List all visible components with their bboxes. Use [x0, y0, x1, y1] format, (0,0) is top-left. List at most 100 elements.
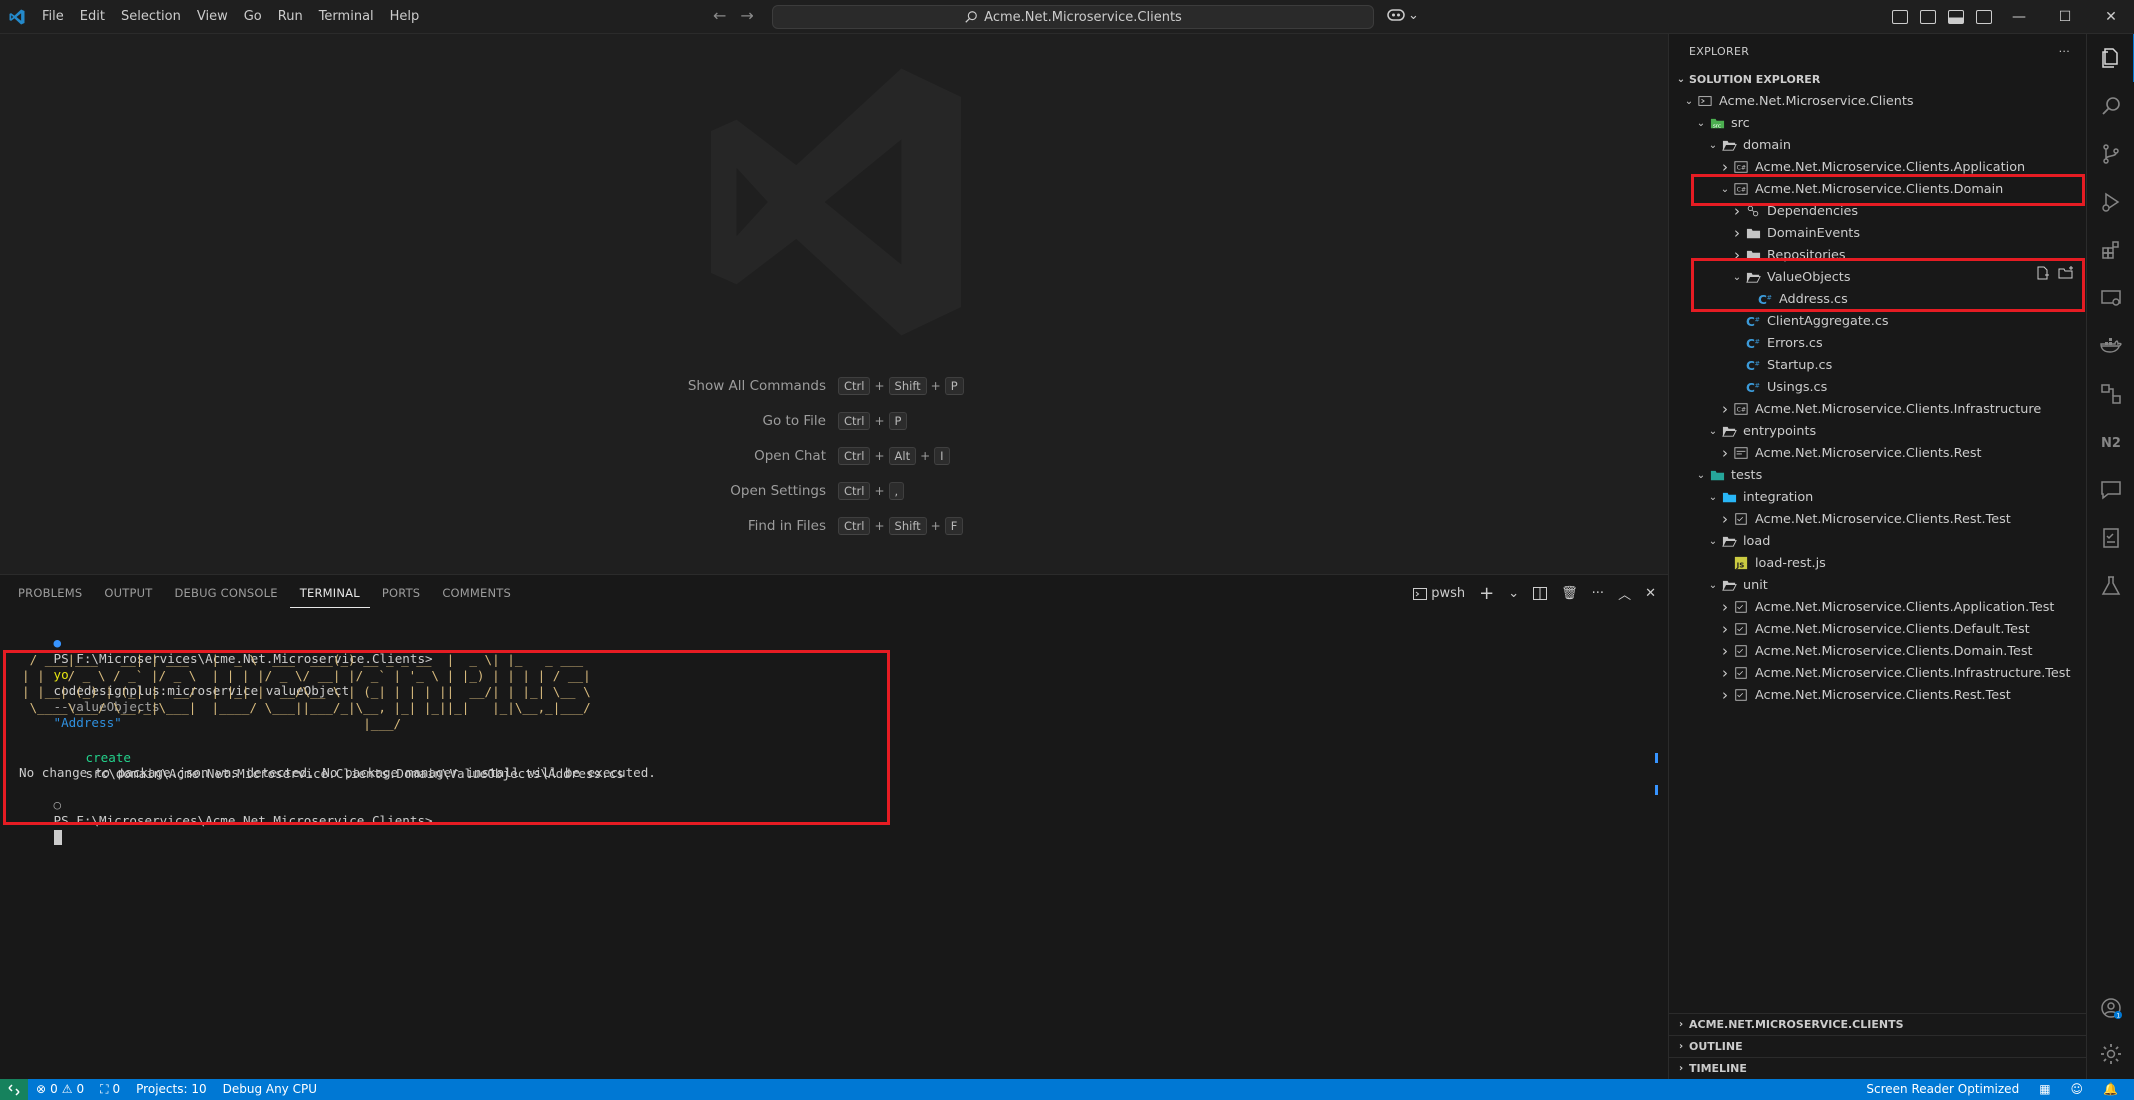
- chevron-down-icon[interactable]: ⌄: [1705, 492, 1721, 503]
- more-actions-icon[interactable]: ···: [1592, 586, 1604, 601]
- back-arrow-icon[interactable]: ←: [713, 6, 726, 25]
- ports-status[interactable]: ⛶ 0: [92, 1079, 128, 1100]
- remote-explorer-icon[interactable]: [2087, 274, 2134, 322]
- screen-reader-mode[interactable]: Screen Reader Optimized: [1858, 1079, 2027, 1100]
- tab-comments[interactable]: COMMENTS: [432, 575, 521, 611]
- section-timeline[interactable]: › TIMELINE: [1669, 1057, 2087, 1079]
- build-configuration[interactable]: Debug Any CPU: [215, 1079, 325, 1100]
- tree-item[interactable]: ⌄ domain: [1705, 134, 1791, 156]
- toggle-panel-icon[interactable]: [1948, 10, 1964, 24]
- tree-item[interactable]: › Acme.Net.Microservice.Clients.Applicati…: [1717, 596, 2054, 618]
- chevron-right-icon[interactable]: ›: [1717, 510, 1733, 528]
- tab-terminal[interactable]: TERMINAL: [289, 579, 370, 608]
- tab-problems[interactable]: PROBLEMS: [8, 575, 92, 611]
- chevron-down-icon[interactable]: ⌄: [1681, 96, 1697, 107]
- tree-item[interactable]: › Acme.Net.Microservice.Clients.Default.T…: [1717, 618, 2030, 640]
- menu-selection[interactable]: Selection: [113, 0, 189, 34]
- chevron-right-icon[interactable]: ›: [1729, 202, 1745, 220]
- toggle-primary-sidebar-icon[interactable]: [1892, 10, 1908, 24]
- tree-item[interactable]: › C# Acme.Net.Microservice.Clients.Applica…: [1717, 156, 2025, 178]
- search-icon[interactable]: [2087, 82, 2134, 130]
- run-debug-icon[interactable]: [2087, 178, 2134, 226]
- chevron-down-icon[interactable]: ⌄: [1705, 426, 1721, 437]
- chevron-right-icon[interactable]: ›: [1717, 686, 1733, 704]
- menu-go[interactable]: Go: [236, 0, 270, 34]
- solution-explorer-section-header[interactable]: ⌄ SOLUTION EXPLORER: [1669, 68, 2086, 90]
- tree-item[interactable]: C # Errors.cs: [1729, 332, 1823, 354]
- tab-ports[interactable]: PORTS: [372, 575, 430, 611]
- terminal-output[interactable]: ● PS F:\Microservices\Acme.Net.Microserv…: [0, 619, 1640, 1019]
- close-panel-icon[interactable]: ✕: [1645, 586, 1656, 601]
- tree-item[interactable]: ⌄ src src: [1693, 112, 1750, 134]
- chevron-down-icon[interactable]: ⌄: [1705, 140, 1721, 151]
- terminal-shell-selector[interactable]: pwsh: [1413, 586, 1465, 601]
- shortcut-label[interactable]: Find in Files: [600, 518, 838, 534]
- chevron-right-icon[interactable]: ›: [1717, 400, 1733, 418]
- tab-output[interactable]: OUTPUT: [94, 575, 162, 611]
- tree-item[interactable]: ⌄ entrypoints: [1705, 420, 1816, 442]
- tab-debug-console[interactable]: DEBUG CONSOLE: [164, 575, 287, 611]
- section-project-clients[interactable]: › ACME.NET.MICROSERVICE.CLIENTS: [1669, 1013, 2087, 1035]
- customize-layout-icon[interactable]: [1976, 10, 1992, 24]
- shortcut-label[interactable]: Go to File: [600, 413, 838, 429]
- tree-item[interactable]: C # Usings.cs: [1729, 376, 1828, 398]
- split-terminal-icon[interactable]: [1533, 587, 1548, 600]
- docker-icon[interactable]: [2087, 322, 2134, 370]
- chevron-right-icon[interactable]: ›: [1717, 620, 1733, 638]
- tree-item[interactable]: ⌄ integration: [1705, 486, 1814, 508]
- shortcut-label[interactable]: Open Chat: [600, 448, 838, 464]
- testing-flask-icon[interactable]: [2087, 562, 2134, 610]
- chevron-right-icon[interactable]: ›: [1717, 598, 1733, 616]
- tree-item[interactable]: › Acme.Net.Microservice.Clients.Rest: [1717, 442, 1982, 464]
- trash-icon[interactable]: 🗑: [1561, 586, 1578, 601]
- menu-help[interactable]: Help: [382, 0, 428, 34]
- tree-item[interactable]: ⌄ tests: [1693, 464, 1762, 486]
- explorer-icon[interactable]: [2087, 34, 2134, 82]
- tree-item[interactable]: › Acme.Net.Microservice.Clients.Rest.Test: [1717, 508, 2011, 530]
- chevron-right-icon[interactable]: ›: [1717, 444, 1733, 462]
- tree-item[interactable]: ⌄ C# Acme.Net.Microservice.Clients.Domain: [1717, 178, 2004, 200]
- copilot-button[interactable]: ⌄: [1386, 7, 1419, 23]
- tree-item[interactable]: › Acme.Net.Microservice.Clients.Infrastru…: [1717, 662, 2070, 684]
- tree-item[interactable]: C # Address.cs: [1741, 288, 1848, 310]
- tree-item[interactable]: › C# Acme.Net.Microservice.Clients.Infrast…: [1717, 398, 2041, 420]
- shortcut-label[interactable]: Show All Commands: [600, 378, 838, 394]
- settings-gear-icon[interactable]: [2087, 1030, 2134, 1078]
- tree-item[interactable]: › Repositories: [1729, 244, 1846, 266]
- chevron-right-icon[interactable]: ›: [1729, 246, 1745, 264]
- new-terminal-icon[interactable]: +: [1479, 583, 1494, 604]
- section-outline[interactable]: › OUTLINE: [1669, 1035, 2087, 1057]
- maximize-panel-icon[interactable]: ︿: [1618, 584, 1631, 603]
- menu-run[interactable]: Run: [270, 0, 311, 34]
- menu-terminal[interactable]: Terminal: [311, 0, 382, 34]
- forward-arrow-icon[interactable]: →: [740, 6, 753, 25]
- toggle-secondary-sidebar-icon[interactable]: [1920, 10, 1936, 24]
- more-actions-icon[interactable]: ···: [2059, 45, 2070, 58]
- tree-item[interactable]: › DomainEvents: [1729, 222, 1860, 244]
- menu-view[interactable]: View: [189, 0, 236, 34]
- close-button[interactable]: ✕: [2088, 0, 2134, 34]
- new-folder-icon[interactable]: [2058, 266, 2074, 281]
- solution-explorer-icon[interactable]: [2087, 370, 2134, 418]
- checklist-icon[interactable]: [2087, 514, 2134, 562]
- tree-item[interactable]: C # ClientAggregate.cs: [1729, 310, 1889, 332]
- notifications-bell-icon[interactable]: 🔔: [2095, 1079, 2126, 1100]
- chevron-down-icon[interactable]: ⌄: [1705, 536, 1721, 547]
- chevron-down-icon[interactable]: ⌄: [1729, 272, 1745, 283]
- tree-item[interactable]: ⌄ Acme.Net.Microservice.Clients: [1681, 90, 1914, 112]
- tree-item[interactable]: ⌄ load: [1705, 530, 1771, 552]
- chevron-down-icon[interactable]: ⌄: [1717, 184, 1733, 195]
- tree-item[interactable]: ⌄ ValueObjects: [1729, 266, 1851, 288]
- tree-item[interactable]: › Acme.Net.Microservice.Clients.Rest.Test: [1717, 684, 2011, 706]
- copilot-status-icon[interactable]: ☺: [2063, 1079, 2092, 1100]
- nuget-icon[interactable]: N2: [2087, 418, 2134, 466]
- tree-item[interactable]: › Acme.Net.Microservice.Clients.Domain.Te…: [1717, 640, 2033, 662]
- chevron-right-icon[interactable]: ›: [1729, 224, 1745, 242]
- menu-edit[interactable]: Edit: [72, 0, 113, 34]
- shortcut-label[interactable]: Open Settings: [600, 483, 838, 499]
- layout-icon[interactable]: ▦: [2031, 1079, 2058, 1100]
- chevron-down-icon[interactable]: ⌄: [1693, 470, 1709, 481]
- accounts-icon[interactable]: 1: [2087, 984, 2134, 1032]
- projects-status[interactable]: Projects: 10: [128, 1079, 214, 1100]
- chevron-down-icon[interactable]: ⌄: [1508, 586, 1519, 601]
